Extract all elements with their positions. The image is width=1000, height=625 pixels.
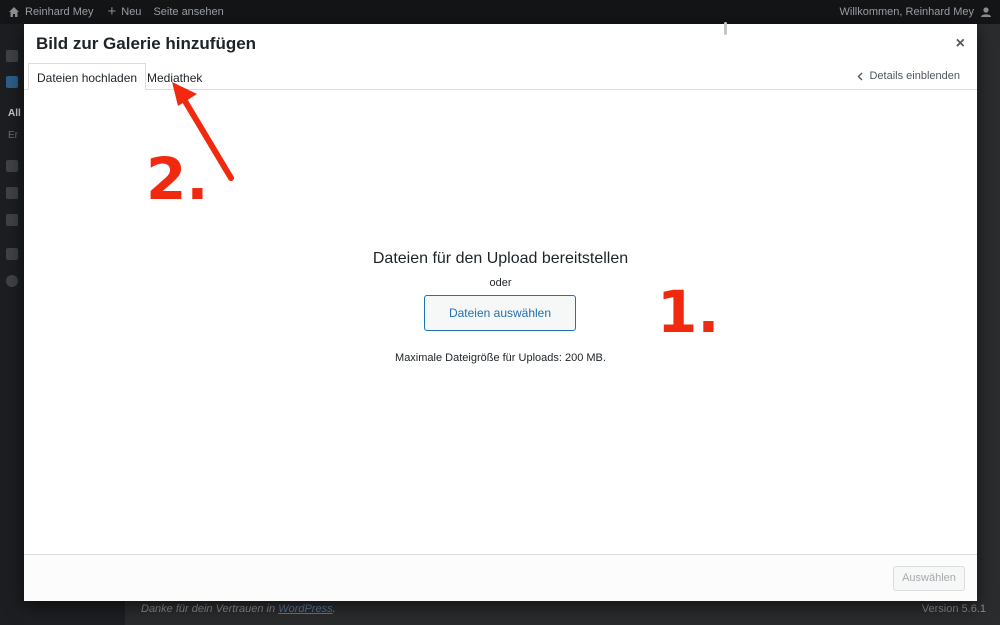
- show-details-label: Details einblenden: [869, 70, 960, 82]
- plus-icon: +: [107, 3, 117, 20]
- modal-footer: Auswählen: [24, 554, 977, 601]
- show-details-link[interactable]: Details einblenden: [857, 70, 960, 82]
- footer-thanks: Danke für dein Vertrauen in WordPress.: [141, 603, 336, 615]
- media-icon: [6, 76, 18, 88]
- admin-bar: Reinhard Mey + Neu Seite ansehen Willkom…: [0, 0, 1000, 24]
- annotation-step-1: 1.: [657, 278, 720, 346]
- wordpress-link[interactable]: WordPress: [278, 603, 332, 615]
- site-name-link[interactable]: Reinhard Mey: [8, 6, 93, 18]
- site-name: Reinhard Mey: [25, 6, 94, 18]
- pin-icon: [6, 187, 18, 199]
- collapse-icon: [6, 275, 18, 287]
- sidebar-item-sub: Er: [8, 130, 18, 141]
- home-icon: [9, 7, 19, 17]
- modal-title: Bild zur Galerie hinzufügen: [36, 34, 257, 53]
- upload-or: oder: [489, 277, 512, 289]
- admin-sidebar: All Er: [0, 24, 24, 625]
- annotation-step-2: 2.: [146, 145, 209, 213]
- view-site-link[interactable]: Seite ansehen: [153, 6, 223, 18]
- new-content-link[interactable]: + Neu: [107, 3, 142, 20]
- tab-upload-files[interactable]: Dateien hochladen: [28, 63, 147, 90]
- scrollbar-hint: [724, 22, 727, 35]
- account-menu[interactable]: Willkommen, Reinhard Mey: [840, 6, 992, 18]
- user-icon: [6, 248, 18, 260]
- sidebar-item-all: All: [8, 108, 21, 119]
- close-icon[interactable]: ×: [956, 36, 965, 52]
- chevron-left-icon: [857, 72, 863, 80]
- version-text: Version 5.6.1: [921, 603, 986, 615]
- view-site-label: Seite ansehen: [153, 6, 224, 18]
- background-content: [977, 24, 1000, 625]
- upload-instructions: Dateien für den Upload bereitstellen: [372, 250, 629, 267]
- select-files-button[interactable]: Dateien auswählen: [424, 295, 576, 331]
- user-icon: [981, 7, 991, 17]
- pin-icon: [6, 214, 18, 226]
- welcome-text: Willkommen, Reinhard Mey: [839, 6, 974, 18]
- select-button[interactable]: Auswählen: [893, 566, 965, 591]
- new-label: Neu: [121, 6, 142, 18]
- dashboard-icon: [6, 50, 18, 62]
- pin-icon: [6, 160, 18, 172]
- max-upload-size: Maximale Dateigröße für Uploads: 200 MB.: [395, 352, 606, 364]
